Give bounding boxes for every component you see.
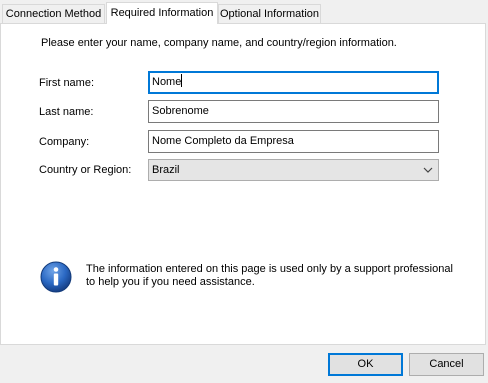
first-name-field[interactable]: Nome — [148, 71, 439, 94]
company-field[interactable]: Nome Completo da Empresa — [148, 130, 439, 153]
company-value: Nome Completo da Empresa — [152, 135, 294, 147]
required-information-panel: Please enter your name, company name, an… — [0, 23, 486, 345]
first-name-value: Nome — [152, 76, 182, 88]
tab-optional-information[interactable]: Optional Information — [218, 4, 321, 23]
last-name-field[interactable]: Sobrenome — [148, 100, 439, 123]
first-name-label: First name: — [39, 77, 95, 89]
intro-text: Please enter your name, company name, an… — [41, 37, 397, 49]
last-name-label: Last name: — [39, 106, 94, 118]
country-label: Country or Region: — [39, 164, 132, 176]
cancel-button[interactable]: Cancel — [409, 353, 484, 376]
ok-button[interactable]: OK — [328, 353, 403, 376]
tab-connection-method[interactable]: Connection Method — [2, 4, 105, 23]
company-label: Company: — [39, 136, 90, 148]
country-select[interactable]: Brazil — [148, 159, 439, 181]
info-message: The information entered on this page is … — [86, 263, 453, 288]
country-value: Brazil — [152, 164, 180, 176]
text-caret — [181, 74, 183, 87]
info-icon — [40, 261, 72, 293]
tab-required-information[interactable]: Required Information — [106, 2, 218, 24]
chevron-down-icon — [423, 167, 433, 173]
last-name-value: Sobrenome — [152, 105, 209, 117]
